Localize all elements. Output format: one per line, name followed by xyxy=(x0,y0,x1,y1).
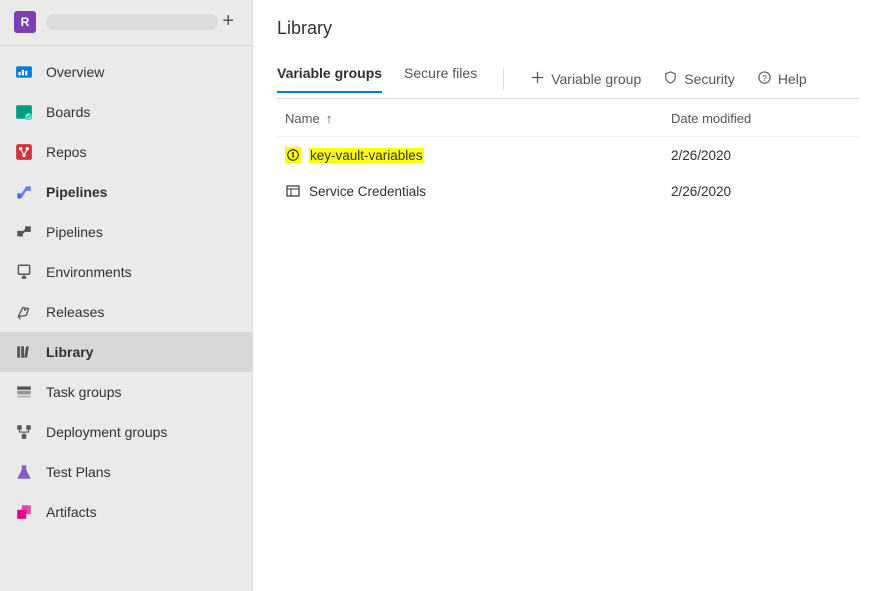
shield-icon xyxy=(663,70,678,88)
help-button[interactable]: ? Help xyxy=(757,70,807,88)
add-project-button[interactable]: + xyxy=(218,10,238,33)
boards-icon xyxy=(14,102,34,122)
task-groups-icon xyxy=(14,382,34,402)
row-name: Service Credentials xyxy=(309,184,426,199)
nav-label: Pipelines xyxy=(46,184,107,200)
tabs: Variable groups Secure files xyxy=(277,65,477,92)
nav-library[interactable]: Library xyxy=(0,332,252,372)
test-plans-icon xyxy=(14,462,34,482)
toolbar: Variable groups Secure files Variable gr… xyxy=(277,59,859,99)
project-badge[interactable]: R xyxy=(14,11,36,33)
project-header: R + xyxy=(0,0,252,46)
nav-label: Repos xyxy=(46,144,86,160)
col-header-name[interactable]: Name ↑ xyxy=(285,111,671,126)
nav-label: Deployment groups xyxy=(46,424,167,440)
releases-icon xyxy=(14,302,34,322)
action-label: Variable group xyxy=(551,71,641,87)
nav-label: Environments xyxy=(46,264,132,280)
toolbar-actions: Variable group Security ? Help xyxy=(503,68,806,90)
cell-date: 2/26/2020 xyxy=(671,148,851,163)
nav-label: Artifacts xyxy=(46,504,97,520)
nav-artifacts[interactable]: Artifacts xyxy=(0,492,252,532)
security-button[interactable]: Security xyxy=(663,70,735,88)
table-row[interactable]: key-vault-variables 2/26/2020 xyxy=(277,137,859,173)
cell-date: 2/26/2020 xyxy=(671,184,851,199)
table-body: key-vault-variables2/26/2020Service Cred… xyxy=(277,137,859,209)
library-icon xyxy=(14,342,34,362)
col-header-date[interactable]: Date modified xyxy=(671,111,851,126)
page-title: Library xyxy=(277,18,859,39)
nav-label: Overview xyxy=(46,64,104,80)
table-row[interactable]: Service Credentials 2/26/2020 xyxy=(277,173,859,209)
artifacts-icon xyxy=(14,502,34,522)
sidebar: R + Overview Boards Repos Pip xyxy=(0,0,253,591)
nav-label: Task groups xyxy=(46,384,121,400)
sub-pipelines-icon xyxy=(14,222,34,242)
nav-deployment-groups[interactable]: Deployment groups xyxy=(0,412,252,452)
table-header: Name ↑ Date modified xyxy=(277,99,859,137)
environments-icon xyxy=(14,262,34,282)
nav-label: Boards xyxy=(46,104,90,120)
nav: Overview Boards Repos Pipelines Pipeline xyxy=(0,46,252,532)
overview-icon xyxy=(14,62,34,82)
nav-label: Library xyxy=(46,344,93,360)
pipelines-icon xyxy=(14,182,34,202)
svg-text:?: ? xyxy=(762,72,767,82)
nav-releases[interactable]: Releases xyxy=(0,292,252,332)
main-content: Library Variable groups Secure files Var… xyxy=(253,0,883,591)
plus-icon xyxy=(530,70,545,88)
tab-secure-files[interactable]: Secure files xyxy=(404,65,477,92)
nav-repos[interactable]: Repos xyxy=(0,132,252,172)
keyvault-icon xyxy=(285,147,301,163)
new-variable-group-button[interactable]: Variable group xyxy=(530,70,641,88)
nav-test-plans[interactable]: Test Plans xyxy=(0,452,252,492)
cell-name: Service Credentials xyxy=(285,183,671,199)
nav-task-groups[interactable]: Task groups xyxy=(0,372,252,412)
col-label: Name xyxy=(285,111,320,126)
action-label: Help xyxy=(778,71,807,87)
divider xyxy=(503,68,504,90)
sort-asc-icon: ↑ xyxy=(326,111,333,126)
repos-icon xyxy=(14,142,34,162)
nav-overview[interactable]: Overview xyxy=(0,52,252,92)
tab-variable-groups[interactable]: Variable groups xyxy=(277,65,382,93)
nav-label: Pipelines xyxy=(46,224,103,240)
nav-pipelines[interactable]: Pipelines xyxy=(0,172,252,212)
nav-label: Test Plans xyxy=(46,464,111,480)
action-label: Security xyxy=(684,71,735,87)
row-name: key-vault-variables xyxy=(309,148,424,163)
nav-sub-pipelines[interactable]: Pipelines xyxy=(0,212,252,252)
help-icon: ? xyxy=(757,70,772,88)
vargroup-icon xyxy=(285,183,301,199)
project-name-placeholder[interactable] xyxy=(46,14,218,30)
nav-label: Releases xyxy=(46,304,104,320)
deployment-groups-icon xyxy=(14,422,34,442)
col-label: Date modified xyxy=(671,111,751,126)
cell-name: key-vault-variables xyxy=(285,147,671,163)
nav-boards[interactable]: Boards xyxy=(0,92,252,132)
nav-environments[interactable]: Environments xyxy=(0,252,252,292)
